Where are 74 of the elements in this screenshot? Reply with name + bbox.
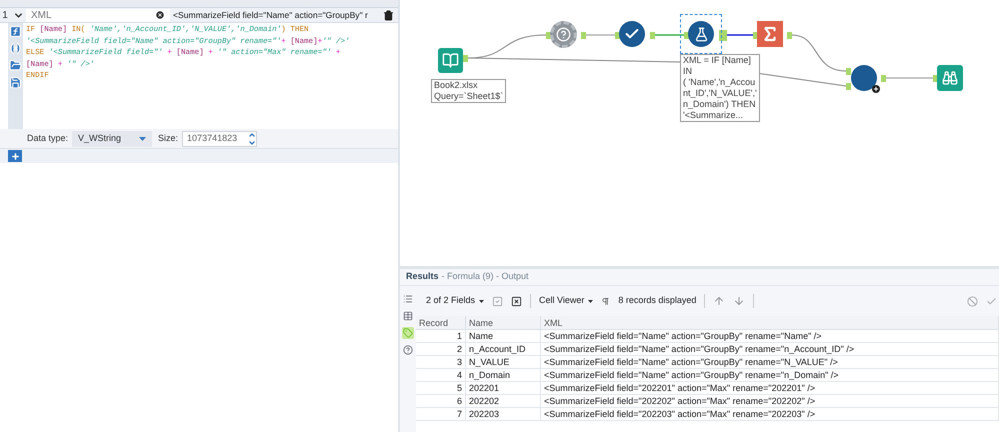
spinner-icon[interactable]: [248, 130, 256, 146]
tool-annotation: XML = IF [Name] IN ( 'Name','n_Accou nt_ID','N_VALUE',' n_Domain') THEN '<Summarize...: [680, 54, 760, 122]
arrow-up-icon[interactable]: [713, 295, 726, 307]
connection-anchor[interactable]: [615, 32, 620, 39]
variable-icon[interactable]: [9, 42, 22, 55]
table-cell: n_Account_ID: [466, 343, 541, 355]
connection-anchor[interactable]: [684, 32, 689, 39]
caret-icon: [139, 136, 146, 140]
table-cell: 1: [416, 330, 466, 342]
data-preview: <SummarizeField field="Name" action="GroupBy" r: [173, 8, 368, 22]
pilcrow-icon[interactable]: [601, 296, 610, 306]
plus-icon: [10, 152, 20, 160]
table-cell: <SummarizeField field="Name" action="GroupBy" rename="n_Account_ID" />: [541, 343, 999, 355]
size-label: Size:: [158, 132, 178, 145]
table-cell: <SummarizeField field="Name" action="GroupBy" rename="N_VALUE" />: [541, 356, 999, 368]
table-cell: 202203: [466, 408, 541, 420]
table-cell: 3: [416, 356, 466, 368]
table-cell: 4: [416, 369, 466, 381]
checkmark-tool-icon[interactable]: [619, 21, 645, 47]
table-tab[interactable]: [402, 310, 414, 322]
help-tab[interactable]: [402, 344, 414, 356]
connector-line: [586, 34, 616, 36]
delete-icon[interactable]: [383, 10, 394, 20]
question-gear-tool-icon[interactable]: [550, 21, 577, 48]
add-button[interactable]: [8, 150, 22, 162]
caret-icon: [588, 300, 594, 302]
table-cell: <SummarizeField field="202203" action="Max" rename="202203" />: [541, 408, 999, 420]
caret-icon: [479, 300, 484, 302]
check-all-icon[interactable]: [492, 296, 504, 306]
panel-subtitle: - Formula (9) - Output: [442, 270, 529, 284]
fields-dropdown[interactable]: 2 of 2 Fields: [426, 294, 484, 308]
connector-line: [655, 34, 684, 36]
table-cell: 6: [416, 395, 466, 407]
book-tool-icon[interactable]: [438, 48, 463, 73]
table-cell: N_VALUE: [466, 356, 541, 368]
row-number: 1: [1, 8, 9, 22]
table-cell: 202201: [466, 382, 541, 394]
save-icon[interactable]: [9, 76, 22, 89]
table-cell: Name: [466, 330, 541, 342]
table-cell: 7: [416, 408, 466, 420]
connector-line: [727, 34, 753, 36]
table-cell: 5: [416, 382, 466, 394]
table-cell: <SummarizeField field="Name" action="GroupBy" rename="Name" />: [541, 330, 999, 342]
clear-icon[interactable]: [155, 10, 165, 20]
arrow-down-icon[interactable]: [733, 295, 746, 307]
sigma-tool-icon[interactable]: [757, 21, 783, 47]
table-cell: n_Domain: [466, 369, 541, 381]
column-header[interactable]: Record: [416, 316, 466, 329]
uncheck-all-icon[interactable]: [511, 296, 522, 306]
circle-plus-tool-icon[interactable]: [851, 65, 877, 91]
connection-anchor[interactable]: [719, 30, 727, 41]
table-cell: <SummarizeField field="202201" action="Max" rename="202201" />: [541, 382, 999, 394]
output-column-field[interactable]: XML: [26, 8, 170, 22]
table-cell: <SummarizeField field="202202" action="Max" rename="202202" />: [541, 395, 999, 407]
function-icon[interactable]: [9, 25, 22, 38]
cancel-icon[interactable]: [967, 296, 978, 306]
table-cell: <SummarizeField field="Name" action="GroupBy" rename="n_Domain" />: [541, 369, 999, 381]
data-type-dropdown[interactable]: V_WString: [72, 130, 152, 146]
connection-anchor[interactable]: [546, 32, 551, 39]
column-header[interactable]: Name: [466, 316, 541, 329]
records-count: 8 records displayed: [618, 294, 696, 308]
size-field[interactable]: 1073741823: [182, 130, 258, 146]
table-cell: 2: [416, 343, 466, 355]
column-header[interactable]: XML: [541, 316, 999, 329]
viewer-dropdown[interactable]: Cell Viewer: [539, 294, 594, 308]
check-icon[interactable]: [986, 296, 997, 306]
table-cell: 202202: [466, 395, 541, 407]
tool-annotation: Book2.xlsx Query=`Sheet1$`: [431, 79, 506, 103]
panel-title: Results: [406, 270, 439, 284]
folder-icon[interactable]: [9, 59, 22, 72]
binoculars-tool-icon[interactable]: [937, 65, 963, 91]
flask-tool-icon[interactable]: [688, 21, 714, 47]
data-type-label: Data type:: [27, 132, 68, 145]
tag-tab[interactable]: [402, 327, 414, 339]
